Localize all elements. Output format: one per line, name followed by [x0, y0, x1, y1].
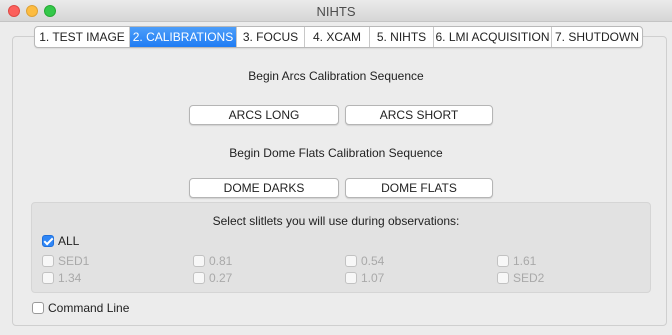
arcs-heading: Begin Arcs Calibration Sequence — [248, 69, 424, 83]
slitlets-heading: Select slitlets you will use during obse… — [212, 214, 460, 228]
tab-lmi-acquisition[interactable]: 6. LMI ACQUISITION — [434, 27, 552, 47]
arcs-short-button[interactable]: ARCS SHORT — [345, 105, 493, 125]
slitlet-label: 1.61 — [513, 254, 537, 268]
tab-xcam[interactable]: 4. XCAM — [305, 27, 370, 47]
slitlet-label: 1.34 — [58, 271, 82, 285]
slitlet-all-checkbox[interactable]: ALL — [42, 234, 79, 248]
slitlet-checkbox-0-27[interactable]: 0.27 — [193, 271, 232, 285]
checkbox-icon — [193, 255, 205, 267]
window-title: NIHTS — [316, 4, 356, 19]
slitlet-checkbox-1-34[interactable]: 1.34 — [42, 271, 81, 285]
slitlet-all-label: ALL — [58, 234, 80, 248]
checkbox-icon — [497, 272, 509, 284]
dome-flats-heading: Begin Dome Flats Calibration Sequence — [229, 146, 443, 160]
checkbox-icon — [32, 302, 44, 314]
slitlet-label: 0.54 — [361, 254, 385, 268]
command-line-checkbox[interactable]: Command Line — [32, 301, 129, 315]
slitlet-label: SED1 — [58, 254, 90, 268]
tab-focus[interactable]: 3. FOCUS — [237, 27, 305, 47]
checkbox-icon — [497, 255, 509, 267]
slitlet-label: 0.81 — [209, 254, 233, 268]
slitlet-checkbox-1-07[interactable]: 1.07 — [345, 271, 384, 285]
command-line-label: Command Line — [48, 301, 130, 315]
dome-darks-button[interactable]: DOME DARKS — [189, 178, 339, 198]
dome-flats-button[interactable]: DOME FLATS — [345, 178, 493, 198]
slitlet-checkbox-0-54[interactable]: 0.54 — [345, 254, 384, 268]
slitlet-checkbox-sed2[interactable]: SED2 — [497, 271, 544, 285]
tab-test-image[interactable]: 1. TEST IMAGE — [35, 27, 130, 47]
checkbox-icon — [42, 255, 54, 267]
checkbox-icon — [42, 272, 54, 284]
slitlet-checkbox-sed1[interactable]: SED1 — [42, 254, 89, 268]
tab-bar: 1. TEST IMAGE 2. CALIBRATIONS 3. FOCUS 4… — [34, 26, 643, 48]
checkbox-icon — [345, 272, 357, 284]
checkbox-icon — [193, 272, 205, 284]
arcs-long-button[interactable]: ARCS LONG — [189, 105, 339, 125]
slitlet-label: SED2 — [513, 271, 545, 285]
checkbox-icon — [345, 255, 357, 267]
tab-calibrations[interactable]: 2. CALIBRATIONS — [130, 27, 237, 47]
checkbox-checked-icon — [42, 235, 54, 247]
tab-nihts[interactable]: 5. NIHTS — [370, 27, 434, 47]
slitlet-label: 1.07 — [361, 271, 385, 285]
tab-shutdown[interactable]: 7. SHUTDOWN — [552, 27, 642, 47]
slitlet-checkbox-0-81[interactable]: 0.81 — [193, 254, 232, 268]
slitlet-checkbox-1-61[interactable]: 1.61 — [497, 254, 536, 268]
slitlet-label: 0.27 — [209, 271, 233, 285]
title-bar: NIHTS — [0, 0, 672, 22]
